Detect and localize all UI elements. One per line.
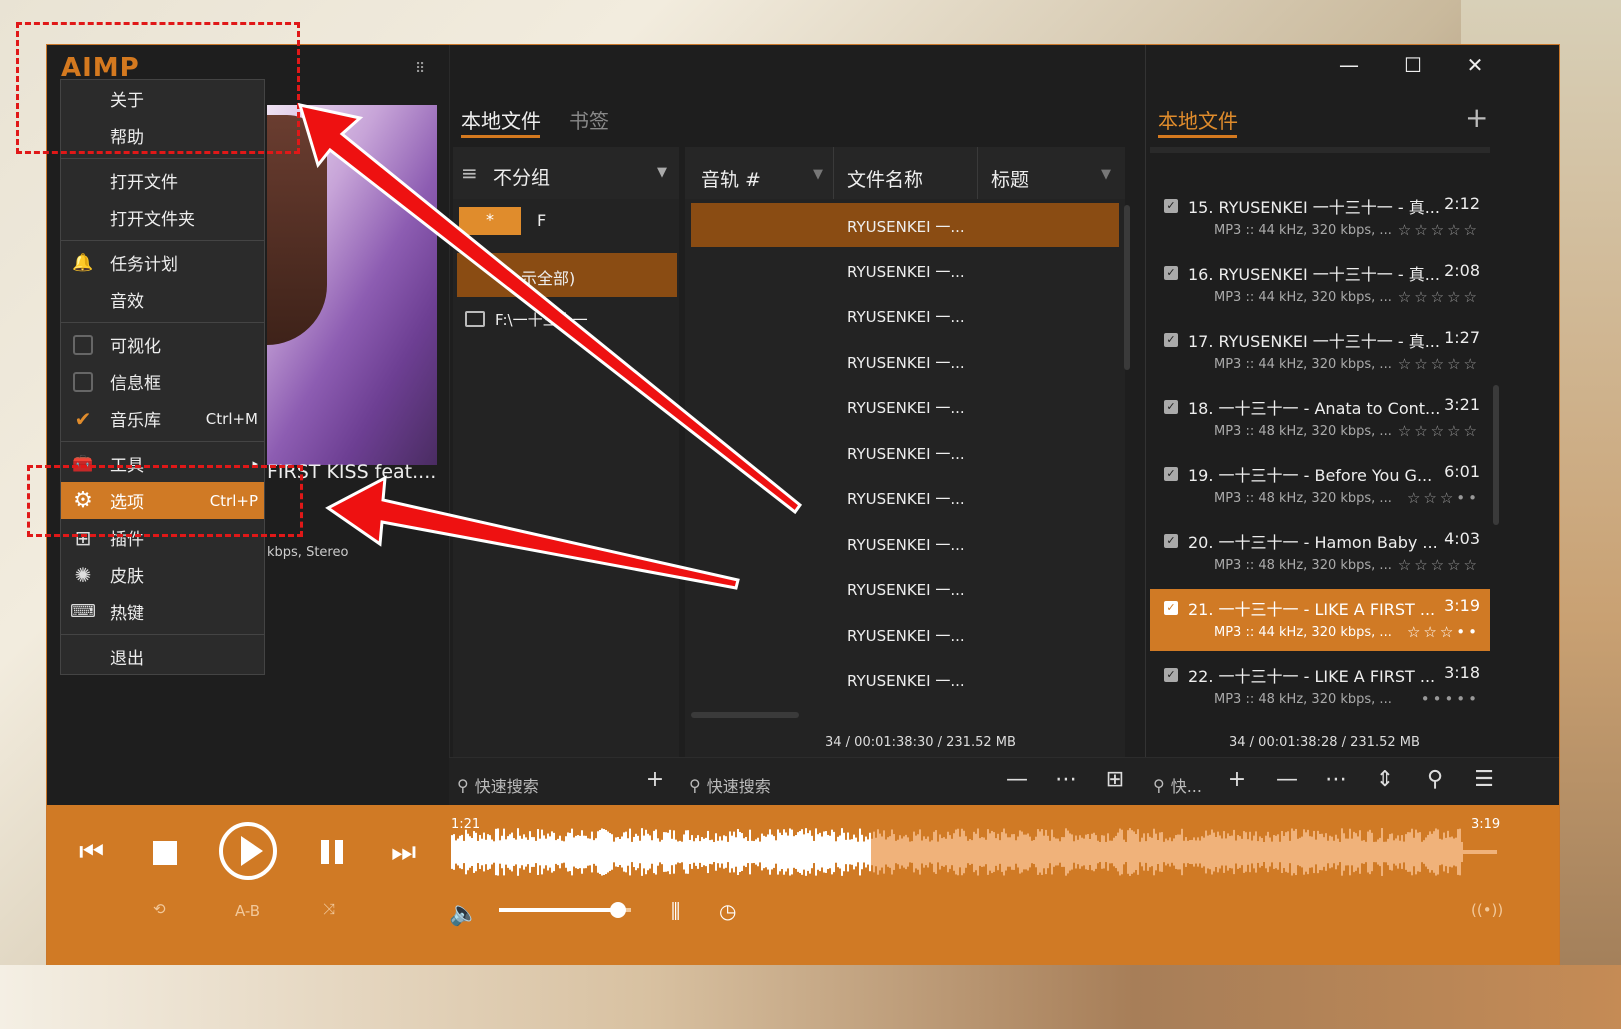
annotation-arrow-to-options xyxy=(325,475,740,590)
annotation-arrows xyxy=(297,102,803,590)
annotation-arrow-to-logo xyxy=(297,102,803,515)
